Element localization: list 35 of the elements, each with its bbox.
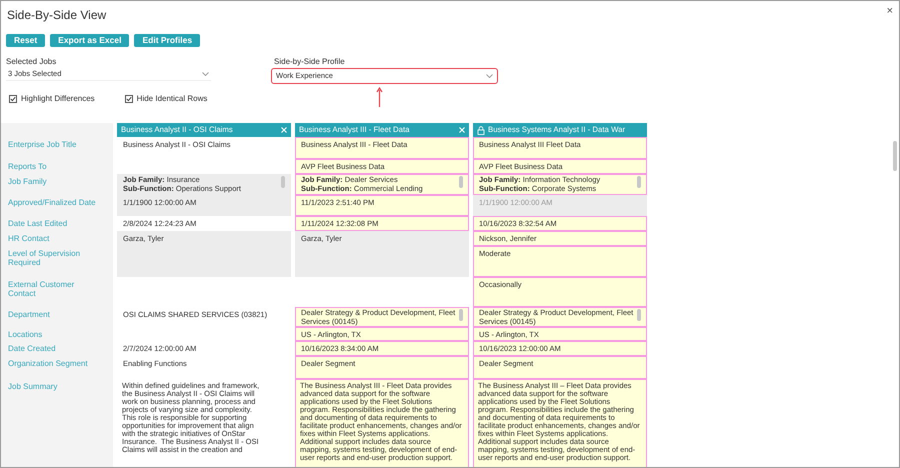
scrollbar[interactable] (459, 176, 463, 188)
row-label: Level of Supervision Required (8, 249, 82, 267)
annotation-arrow (376, 87, 383, 107)
chevron-down-icon (202, 72, 209, 76)
chevron-down-icon (486, 74, 493, 78)
row-label: Job Summary (8, 382, 58, 391)
row-label: Locations (8, 330, 44, 339)
row-label: Approved/Finalized Date (8, 198, 97, 207)
row-label: Date Last Edited (8, 219, 68, 228)
checkbox-label: Hide Identical Rows (136, 93, 208, 105)
close-button[interactable]: × (886, 6, 893, 17)
row-label: Job Family (8, 177, 48, 186)
field-label: Side-by-Side Profile (274, 56, 346, 68)
scrollbar[interactable] (637, 176, 641, 188)
row-label: HR Contact (8, 234, 50, 243)
row-label: External Customer Contact (8, 280, 76, 298)
scrollbar[interactable] (637, 309, 641, 321)
scrollbar[interactable] (281, 176, 285, 188)
check-icon (126, 96, 132, 102)
close-icon[interactable] (459, 127, 465, 133)
checkbox[interactable] (124, 95, 133, 103)
row-label: Reports To (8, 162, 48, 171)
lock-icon[interactable] (477, 126, 485, 134)
check-icon (10, 96, 16, 102)
row-label: Enterprise Job Title (8, 140, 78, 149)
scrollbar[interactable] (459, 309, 463, 321)
row-label: Organization Segment (8, 359, 89, 368)
checkbox-label: Highlight Differences (21, 93, 95, 105)
row-label: Date Created (8, 344, 57, 353)
field-label: Selected Jobs (6, 56, 58, 68)
close-icon[interactable] (281, 127, 287, 133)
scrollbar[interactable] (893, 141, 897, 171)
checkbox[interactable] (9, 95, 17, 103)
row-label: Department (8, 310, 51, 319)
window-title: Side-By-Side View (7, 7, 106, 24)
